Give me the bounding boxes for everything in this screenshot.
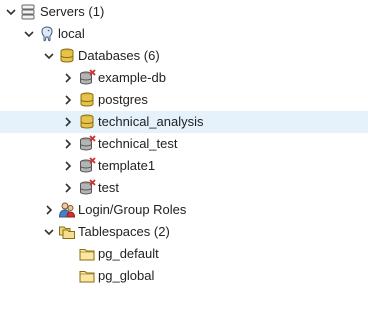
tree-node-db-technical-test[interactable]: technical_test [0,133,368,155]
chevron-down-icon[interactable] [42,225,56,239]
chevron-right-icon[interactable] [42,203,56,217]
tree-node-tablespace-pg-default[interactable]: pg_default [0,243,368,265]
databases-icon [58,47,76,65]
tree-node-label: Databases (6) [78,48,160,63]
database-disconnected-icon [78,157,96,175]
database-disconnected-icon [78,69,96,87]
postgres-elephant-icon [38,25,56,43]
tree-node-tablespaces[interactable]: Tablespaces (2) [0,221,368,243]
tree-node-label: pg_default [98,246,159,261]
servers-icon [19,3,37,21]
tree-node-db-postgres[interactable]: postgres [0,89,368,111]
folder-icon [78,267,96,285]
database-icon [78,91,96,109]
tree-node-login-group-roles[interactable]: Login/Group Roles [0,199,368,221]
chevron-right-icon[interactable] [61,115,75,129]
tree-node-label: pg_global [98,268,155,283]
tree-node-label: local [58,26,85,41]
chevron-right-icon[interactable] [61,181,75,195]
tree-node-servers[interactable]: Servers (1) [0,1,368,23]
tree-node-label: technical_analysis [98,114,204,129]
chevron-right-icon[interactable] [61,137,75,151]
tree-node-label: example-db [98,70,166,85]
tree-node-label: postgres [98,92,148,107]
tree-node-databases[interactable]: Databases (6) [0,45,368,67]
tablespaces-icon [58,223,76,241]
tree-node-db-technical-analysis[interactable]: technical_analysis [0,111,368,133]
folder-icon [78,245,96,263]
tree-node-label: technical_test [98,136,178,151]
chevron-down-icon[interactable] [4,5,18,19]
tree-node-label: template1 [98,158,156,173]
tree-node-db-example-db[interactable]: example-db [0,67,368,89]
tree-node-label: Login/Group Roles [78,202,187,217]
database-icon [78,113,96,131]
chevron-right-icon[interactable] [61,93,75,107]
chevron-right-icon[interactable] [61,71,75,85]
tree-node-db-test[interactable]: test [0,177,368,199]
tree-node-label: test [98,180,119,195]
database-disconnected-icon [78,135,96,153]
chevron-right-icon[interactable] [61,159,75,173]
chevron-down-icon[interactable] [42,49,56,63]
chevron-down-icon[interactable] [22,27,36,41]
roles-icon [58,201,76,219]
tree-node-label: Tablespaces (2) [78,224,170,239]
tree-node-db-template1[interactable]: template1 [0,155,368,177]
tree-node-label: Servers (1) [40,4,105,19]
database-disconnected-icon [78,179,96,197]
tree-node-tablespace-pg-global[interactable]: pg_global [0,265,368,287]
tree-node-server-local[interactable]: local [0,23,368,45]
